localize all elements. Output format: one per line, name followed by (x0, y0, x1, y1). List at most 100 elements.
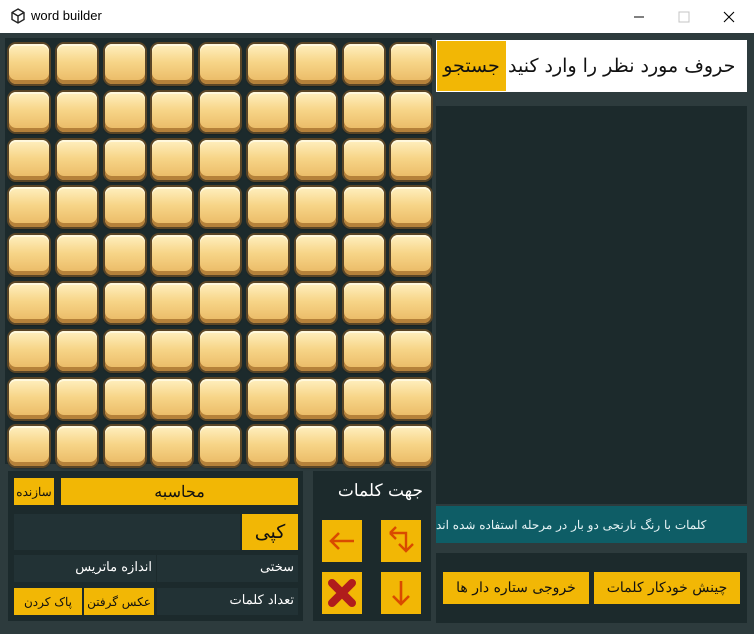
letter-tile[interactable] (248, 283, 288, 323)
diagonal-arrow-icon[interactable] (381, 520, 421, 562)
letter-tile[interactable] (200, 187, 241, 228)
letter-tile[interactable] (343, 378, 384, 419)
letter-tile[interactable] (152, 187, 193, 228)
letter-tile[interactable] (104, 139, 145, 180)
letter-tile[interactable] (295, 426, 336, 467)
difficulty-field[interactable]: سختی (157, 555, 298, 582)
maximize-icon[interactable] (661, 0, 707, 33)
letter-tile[interactable] (56, 235, 97, 276)
letter-tile[interactable] (343, 139, 384, 180)
letter-tile[interactable] (56, 187, 97, 228)
letter-tile[interactable] (248, 44, 288, 84)
letter-tile[interactable] (104, 187, 145, 228)
close-icon[interactable] (706, 0, 752, 33)
letter-tile[interactable] (56, 91, 97, 132)
search-input[interactable]: حروف مورد نظر را وارد کنید (508, 41, 742, 91)
screenshot-button[interactable]: عکس گرفتن (84, 588, 154, 615)
minimize-icon[interactable] (616, 0, 662, 33)
letter-tile[interactable] (248, 139, 288, 180)
letter-tile[interactable] (391, 235, 432, 276)
letter-tile[interactable] (104, 426, 145, 467)
letter-tile[interactable] (152, 44, 193, 84)
letter-tile[interactable] (391, 330, 432, 371)
letter-tile[interactable] (248, 378, 288, 419)
letter-tile[interactable] (9, 44, 49, 84)
letter-tile[interactable] (295, 283, 336, 323)
compute-button[interactable]: محاسبه (61, 478, 298, 505)
letter-tile[interactable] (9, 283, 49, 323)
letter-tile[interactable] (343, 91, 384, 132)
letter-tile[interactable] (295, 139, 336, 180)
letter-tile[interactable] (152, 139, 193, 180)
letter-tile[interactable] (152, 378, 193, 419)
letter-tile[interactable] (343, 426, 384, 467)
auto-arrange-button[interactable]: چینش خودکار کلمات (594, 572, 740, 604)
creator-button[interactable]: سازنده (14, 478, 54, 505)
letter-tile[interactable] (391, 187, 432, 228)
letter-tile[interactable] (200, 235, 241, 276)
letter-tile[interactable] (152, 330, 193, 371)
letter-tile[interactable] (343, 235, 384, 276)
letter-tile[interactable] (104, 91, 145, 132)
cross-icon[interactable] (322, 572, 362, 614)
letter-tile[interactable] (104, 235, 145, 276)
letter-tile[interactable] (295, 44, 336, 84)
letter-tile[interactable] (104, 330, 145, 371)
letter-tile[interactable] (248, 330, 288, 371)
letter-tile[interactable] (200, 378, 241, 419)
letter-tile[interactable] (152, 426, 193, 467)
letter-tile[interactable] (152, 235, 193, 276)
letter-tile[interactable] (56, 426, 97, 467)
letter-tile[interactable] (9, 139, 49, 180)
letter-tile[interactable] (152, 91, 193, 132)
letter-tile[interactable] (9, 426, 49, 467)
letter-tile[interactable] (391, 139, 432, 180)
letter-tile[interactable] (104, 378, 145, 419)
letter-tile[interactable] (343, 187, 384, 228)
letter-tile[interactable] (295, 91, 336, 132)
letter-tile[interactable] (200, 91, 241, 132)
letter-tile[interactable] (152, 283, 193, 323)
letter-tile[interactable] (391, 283, 432, 323)
letter-tile[interactable] (295, 187, 336, 228)
letter-tile[interactable] (248, 426, 288, 467)
search-button[interactable]: جستجو (437, 41, 506, 91)
letter-tile[interactable] (200, 426, 241, 467)
letter-tile[interactable] (343, 44, 384, 84)
letter-tile[interactable] (9, 187, 49, 228)
letter-tile[interactable] (200, 44, 241, 84)
letter-tile[interactable] (343, 283, 384, 323)
letter-tile[interactable] (104, 44, 145, 84)
letter-tile[interactable] (391, 378, 432, 419)
letter-tile[interactable] (200, 283, 241, 323)
letter-tile[interactable] (56, 330, 97, 371)
letter-tile[interactable] (56, 139, 97, 180)
letter-tile[interactable] (9, 378, 49, 419)
letter-tile[interactable] (248, 235, 288, 276)
letter-tile[interactable] (295, 378, 336, 419)
letter-tile[interactable] (343, 330, 384, 371)
star-output-button[interactable]: خروجی ستاره دار ها (443, 572, 589, 604)
output-field[interactable] (14, 514, 240, 550)
letter-tile[interactable] (248, 187, 288, 228)
letter-tile[interactable] (104, 283, 145, 323)
clear-button[interactable]: پاک کردن (14, 588, 82, 615)
letter-tile[interactable] (9, 91, 49, 132)
letter-tile[interactable] (391, 426, 432, 467)
letter-tile[interactable] (248, 91, 288, 132)
letter-tile[interactable] (56, 44, 97, 84)
letter-tile[interactable] (295, 330, 336, 371)
down-arrow-icon[interactable] (381, 572, 421, 614)
letter-tile[interactable] (9, 330, 49, 371)
letter-tile[interactable] (56, 378, 97, 419)
left-arrow-icon[interactable] (322, 520, 362, 562)
word-count-field[interactable]: تعداد کلمات (157, 588, 298, 615)
matrix-size-field[interactable]: اندازه ماتریس (14, 555, 156, 582)
letter-tile[interactable] (391, 44, 432, 84)
copy-button[interactable]: کپی (242, 514, 298, 550)
letter-tile[interactable] (200, 330, 241, 371)
letter-tile[interactable] (391, 91, 432, 132)
letter-tile[interactable] (9, 235, 49, 276)
letter-tile[interactable] (56, 283, 97, 323)
letter-tile[interactable] (200, 139, 241, 180)
